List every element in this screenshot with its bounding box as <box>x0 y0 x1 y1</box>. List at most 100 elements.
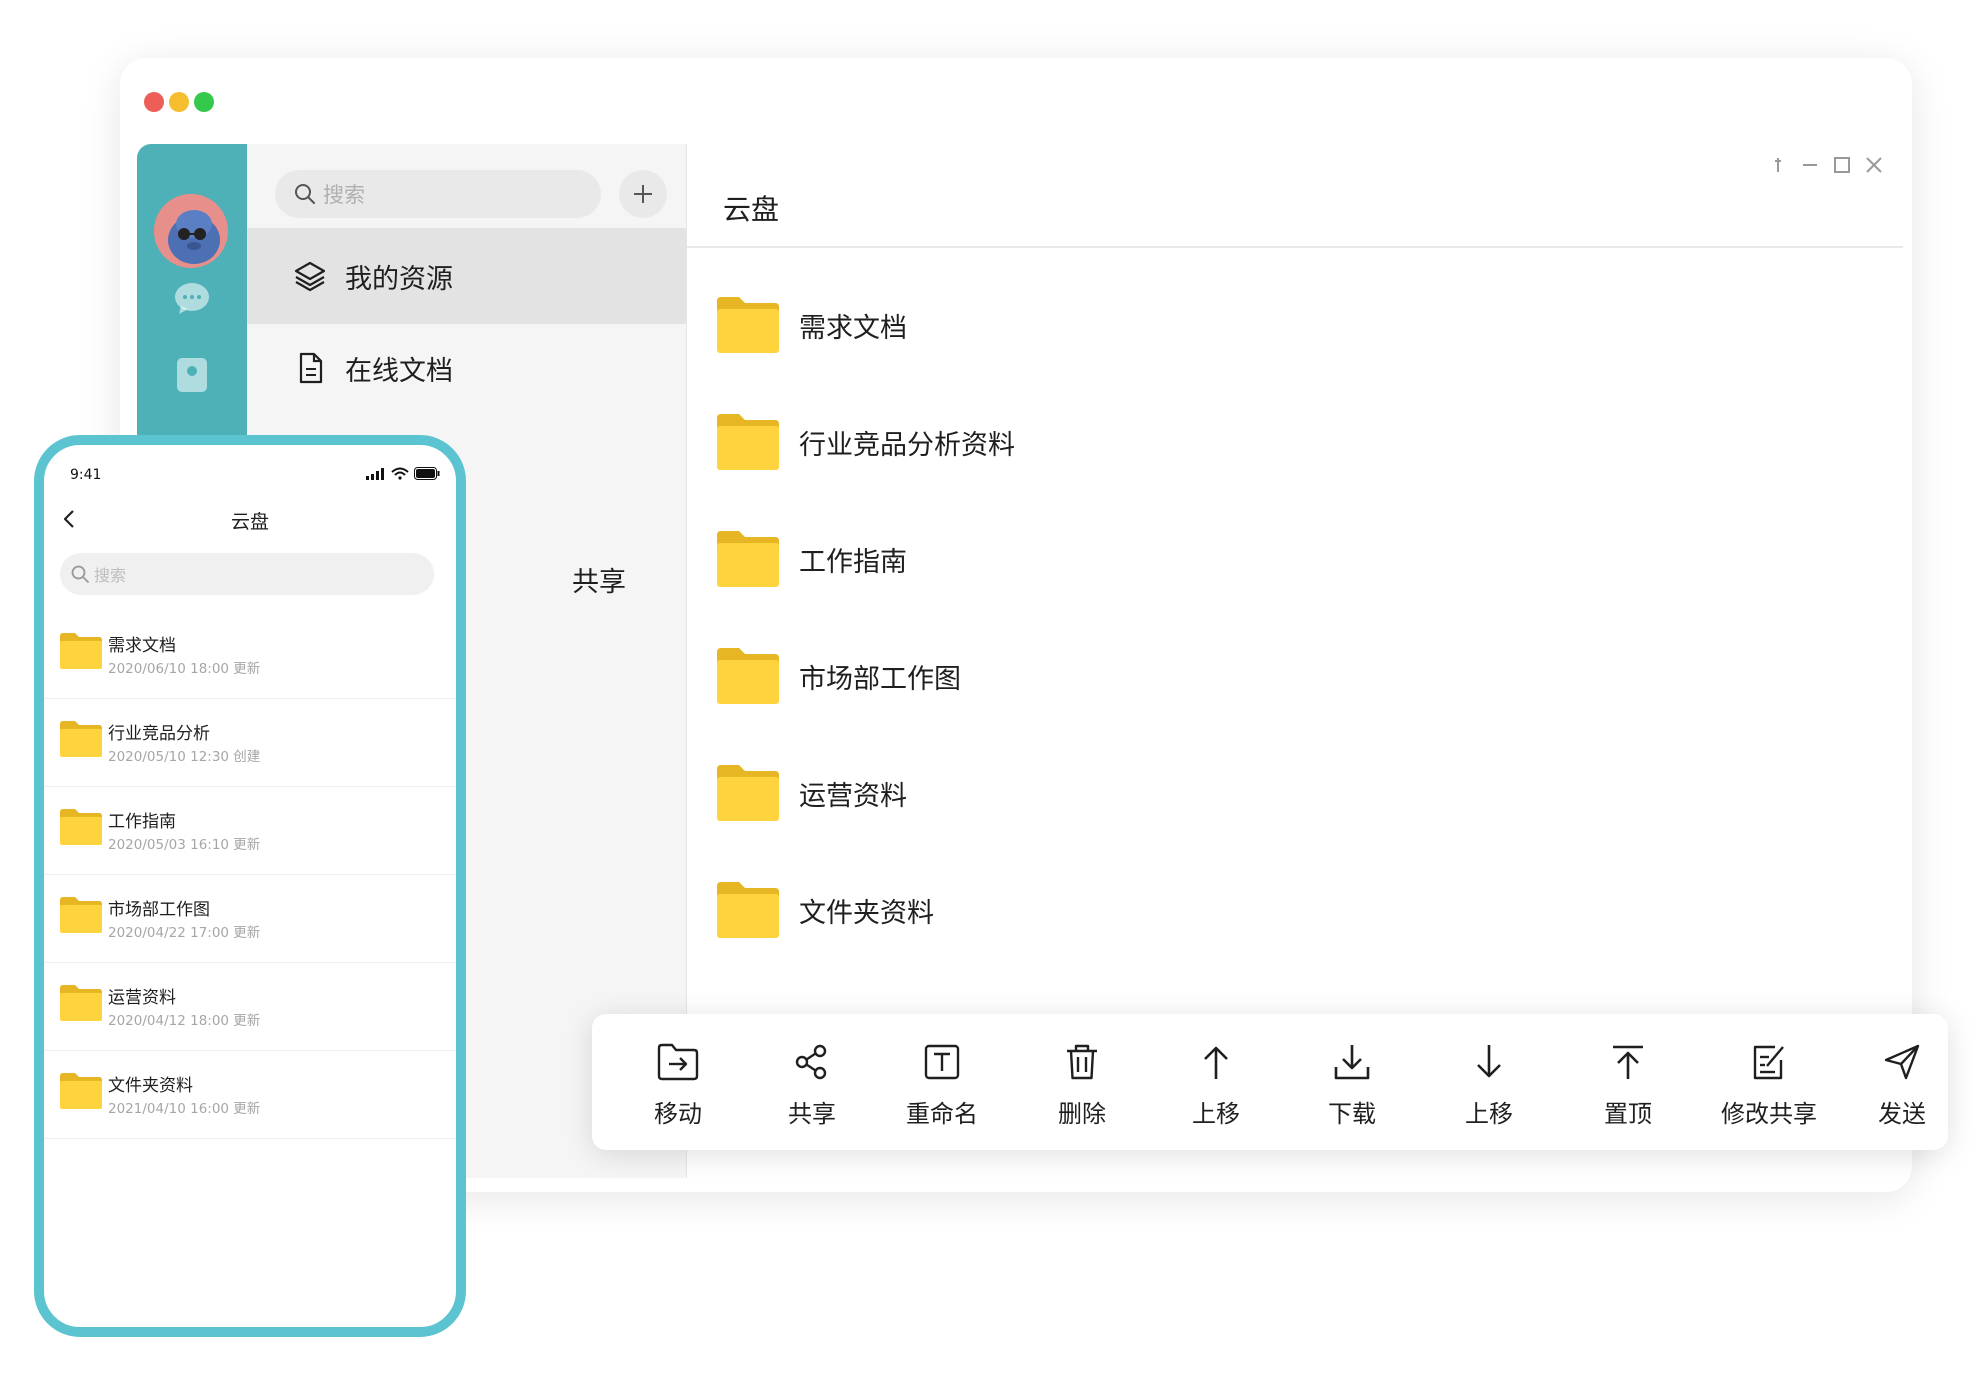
status-time: 9:41 <box>70 467 102 483</box>
folder-icon <box>60 721 102 757</box>
folder-icon <box>717 531 779 587</box>
move-icon <box>657 1043 699 1081</box>
phone-search-input[interactable]: 搜索 <box>60 553 434 595</box>
send-icon <box>1884 1044 1920 1080</box>
folder-icon <box>60 633 102 669</box>
pin-top-icon <box>1613 1045 1643 1079</box>
folder-date: 2020/06/10 18:00 更新 <box>108 661 261 677</box>
arrow-down-icon <box>1477 1045 1501 1078</box>
toolbar-label: 下载 <box>1328 1100 1376 1128</box>
folder-name: 文件夹资料 <box>108 1076 193 1096</box>
contacts-icon[interactable] <box>171 354 213 396</box>
toolbar-label: 删除 <box>1058 1100 1106 1128</box>
sidebar-item-share-partial[interactable]: 共享 <box>572 560 626 599</box>
list-item[interactable]: 文件夹资料 2021/04/10 16:00 更新 <box>44 1051 456 1139</box>
toolbar-label: 重命名 <box>906 1100 978 1128</box>
folder-icon <box>60 897 102 933</box>
folder-name: 需求文档 <box>799 312 907 344</box>
edit-share-button[interactable]: 修改共享 <box>1704 1014 1834 1150</box>
folder-name: 工作指南 <box>799 546 907 578</box>
wifi-icon <box>391 467 409 480</box>
folder-date: 2020/04/12 18:00 更新 <box>108 1013 261 1029</box>
folder-item[interactable]: 运营资料 <box>717 758 907 828</box>
avatar[interactable] <box>154 194 228 268</box>
chat-icon[interactable] <box>171 278 213 320</box>
folder-item[interactable]: 需求文档 <box>717 290 907 360</box>
avatar-illustration-icon <box>154 194 228 268</box>
folder-icon <box>717 882 779 938</box>
add-button[interactable] <box>619 170 667 218</box>
move-button[interactable]: 移动 <box>618 1014 738 1150</box>
window-close-button[interactable] <box>144 92 164 112</box>
pin-to-top-button[interactable]: 置顶 <box>1568 1014 1688 1150</box>
search-placeholder: 搜索 <box>323 183 365 207</box>
window-controls <box>1769 156 1883 174</box>
folder-item[interactable]: 工作指南 <box>717 524 907 594</box>
delete-button[interactable]: 删除 <box>1022 1014 1142 1150</box>
folder-icon <box>60 809 102 845</box>
folder-name: 运营资料 <box>799 780 907 812</box>
folder-name: 行业竞品分析资料 <box>799 429 1015 461</box>
folder-name: 行业竞品分析 <box>108 724 210 744</box>
list-item[interactable]: 运营资料 2020/04/12 18:00 更新 <box>44 963 456 1051</box>
folder-name: 运营资料 <box>108 988 176 1008</box>
phone-mockup: 9:41 云盘 搜索 需求文档 2020/06/10 18:00 更新 行业竞品… <box>34 435 466 1337</box>
folder-name: 需求文档 <box>108 636 176 656</box>
window-maximize-button[interactable] <box>194 92 214 112</box>
battery-icon <box>414 467 440 480</box>
edit-share-icon <box>1753 1045 1784 1080</box>
sidebar-item-label: 我的资源 <box>345 263 453 295</box>
folder-date: 2020/05/03 16:10 更新 <box>108 837 261 853</box>
toolbar-label: 发送 <box>1878 1100 1926 1128</box>
folder-name: 市场部工作图 <box>108 900 210 920</box>
download-icon <box>1334 1045 1370 1080</box>
list-item[interactable]: 工作指南 2020/05/03 16:10 更新 <box>44 787 456 875</box>
phone-search-placeholder: 搜索 <box>94 566 127 585</box>
close-icon[interactable] <box>1865 156 1883 174</box>
minimize-icon[interactable] <box>1801 156 1819 174</box>
move-down-button[interactable]: 上移 <box>1429 1014 1549 1150</box>
share-button[interactable]: 共享 <box>752 1014 872 1150</box>
list-item[interactable]: 市场部工作图 2020/04/22 17:00 更新 <box>44 875 456 963</box>
folder-item[interactable]: 市场部工作图 <box>717 641 961 711</box>
rename-icon <box>924 1044 960 1080</box>
search-input[interactable]: 搜索 <box>275 170 601 218</box>
folder-icon <box>717 648 779 704</box>
move-up-button[interactable]: 上移 <box>1156 1014 1276 1150</box>
list-item[interactable]: 需求文档 2020/06/10 18:00 更新 <box>44 611 456 699</box>
download-button[interactable]: 下载 <box>1292 1014 1412 1150</box>
folder-icon <box>60 985 102 1021</box>
folder-name: 文件夹资料 <box>799 897 934 929</box>
folder-date: 2020/04/22 17:00 更新 <box>108 925 261 941</box>
sidebar-item-online-docs[interactable]: 在线文档 <box>247 320 687 416</box>
signal-icon <box>366 467 384 480</box>
folder-icon <box>717 297 779 353</box>
plus-icon <box>634 185 652 203</box>
arrow-up-icon <box>1204 1046 1228 1079</box>
toolbar-label: 上移 <box>1465 1100 1513 1128</box>
sidebar-item-my-resources[interactable]: 我的资源 <box>247 228 687 324</box>
folder-icon <box>717 765 779 821</box>
rename-button[interactable]: 重命名 <box>882 1014 1002 1150</box>
divider <box>687 246 1903 248</box>
pin-icon[interactable] <box>1769 156 1787 174</box>
toolbar-label: 共享 <box>788 1100 836 1128</box>
search-icon <box>295 184 315 204</box>
folder-icon <box>717 414 779 470</box>
toolbar-label: 置顶 <box>1604 1100 1652 1128</box>
window-minimize-button[interactable] <box>169 92 189 112</box>
phone-page-title: 云盘 <box>230 511 269 533</box>
folder-item[interactable]: 文件夹资料 <box>717 875 934 945</box>
toolbar-label: 修改共享 <box>1721 1100 1817 1128</box>
folder-name: 工作指南 <box>108 812 176 832</box>
search-icon <box>71 565 89 583</box>
maximize-icon[interactable] <box>1833 156 1851 174</box>
status-icons <box>366 467 440 480</box>
folder-date: 2020/05/10 12:30 创建 <box>108 749 261 765</box>
list-item[interactable]: 行业竞品分析 2020/05/10 12:30 创建 <box>44 699 456 787</box>
send-button[interactable]: 发送 <box>1842 1014 1962 1150</box>
page-title: 云盘 <box>723 193 780 226</box>
folder-item[interactable]: 行业竞品分析资料 <box>717 407 1015 477</box>
layers-icon <box>294 261 326 292</box>
share-icon <box>795 1044 827 1080</box>
